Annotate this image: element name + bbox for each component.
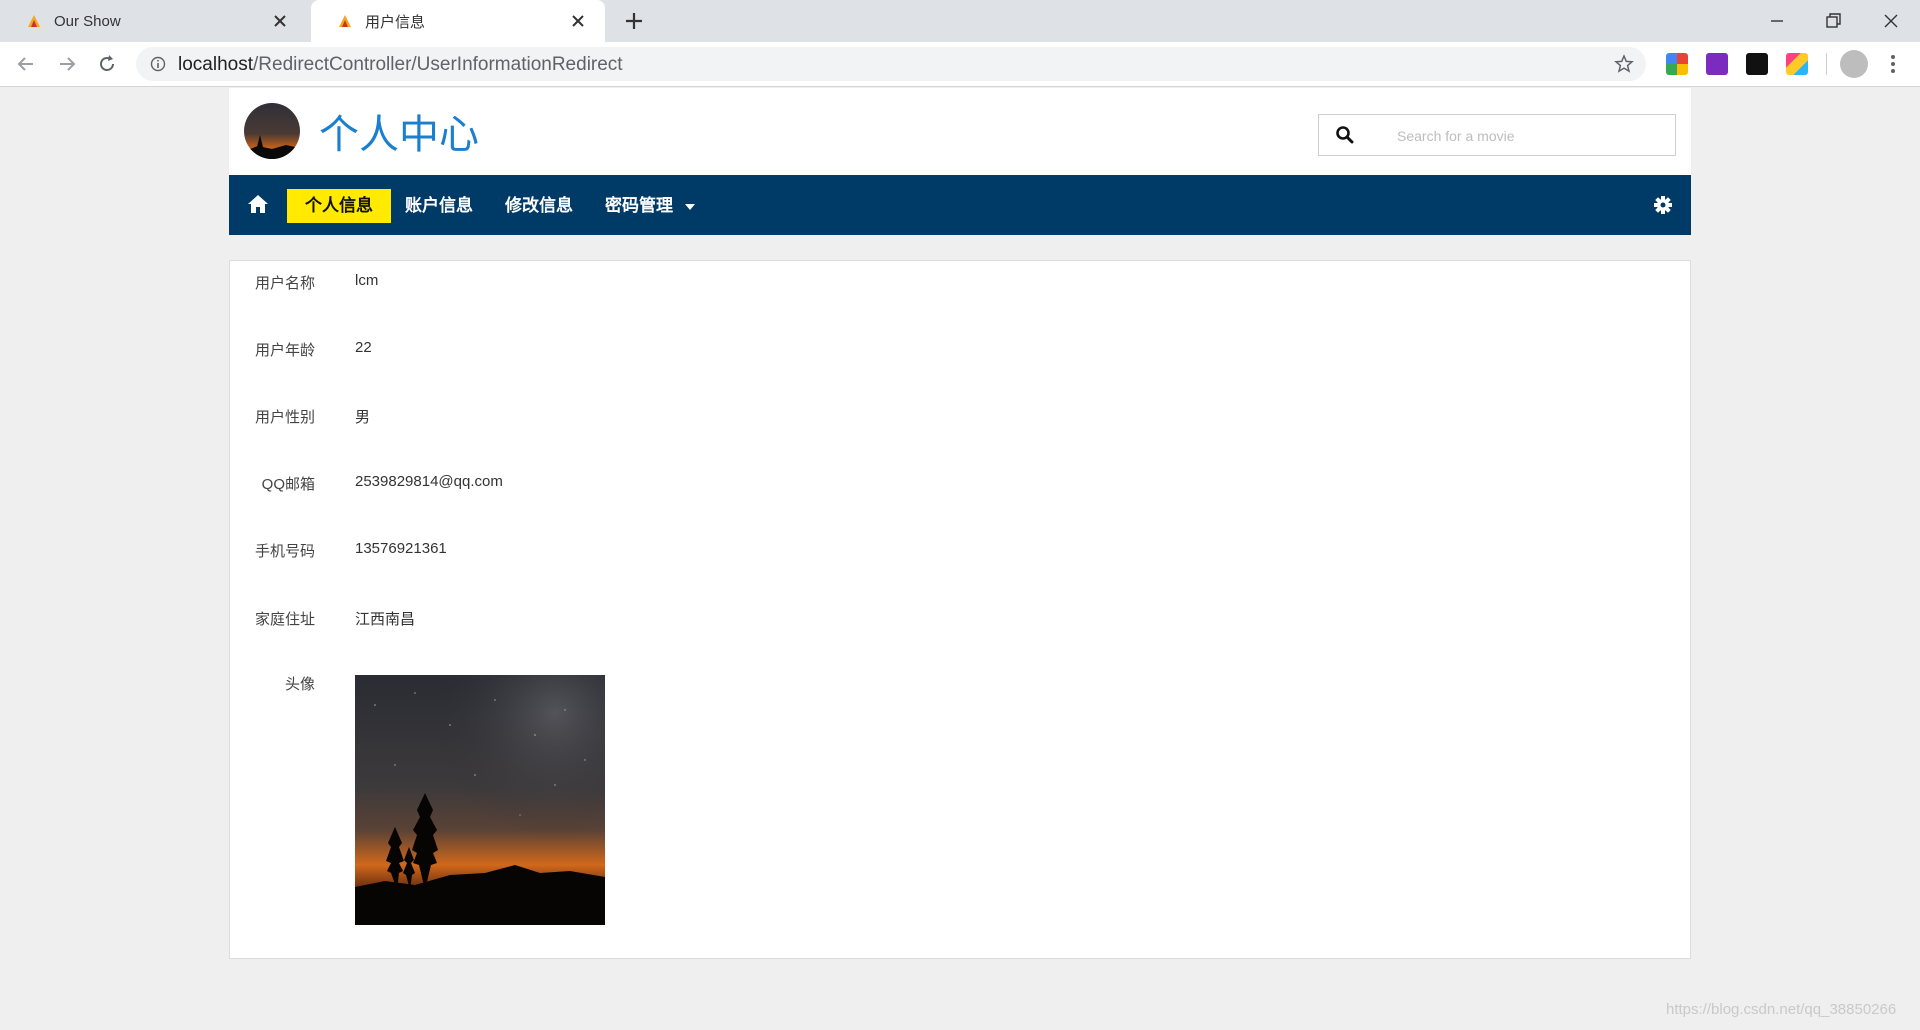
field-label: 用户年龄 xyxy=(254,342,315,359)
page-title: 个人中心 xyxy=(319,112,479,158)
site-favicon-icon xyxy=(28,15,40,27)
new-tab-icon[interactable] xyxy=(623,10,645,32)
browser-tab-user-info[interactable]: 用户信息 xyxy=(311,0,605,42)
more-menu-icon[interactable] xyxy=(1890,52,1896,76)
field-value: 2539829814@qq.com xyxy=(355,473,503,490)
close-tab-icon[interactable] xyxy=(271,12,289,30)
field-label: 用户性别 xyxy=(254,409,315,426)
tab-title: Our Show xyxy=(54,12,121,30)
profile-panel: 用户名称 lcm 用户年龄 22 用户性别 男 QQ邮箱 2539829814@… xyxy=(229,260,1691,959)
field-label: 家庭住址 xyxy=(254,611,315,628)
forward-arrow-icon[interactable] xyxy=(56,53,78,75)
gear-icon[interactable] xyxy=(1653,195,1673,215)
site-info-icon[interactable] xyxy=(150,56,166,72)
close-tab-icon[interactable] xyxy=(569,12,587,30)
watermark-text: https://blog.csdn.net/qq_38850266 xyxy=(1666,1001,1897,1018)
extension-color-icon[interactable] xyxy=(1786,53,1808,75)
address-bar[interactable]: localhost/RedirectController/UserInforma… xyxy=(136,47,1646,81)
page-container: 个人中心 个人信息 账户信息 修改信息 密码管理 xyxy=(229,88,1691,959)
nav-item-personal-info[interactable]: 个人信息 xyxy=(287,189,391,223)
user-avatar-thumbnail[interactable] xyxy=(244,103,300,159)
search-icon[interactable] xyxy=(1335,125,1355,145)
bookmark-star-icon[interactable] xyxy=(1614,54,1634,74)
search-input[interactable] xyxy=(1395,124,1659,148)
nav-item-password-management[interactable]: 密码管理 xyxy=(587,189,713,223)
reload-icon[interactable] xyxy=(96,53,118,75)
nav-item-label: 密码管理 xyxy=(605,196,673,215)
nav-item-edit-info[interactable]: 修改信息 xyxy=(487,189,591,223)
extension-icon[interactable] xyxy=(1666,53,1688,75)
browser-tabstrip: Our Show 用户信息 xyxy=(0,0,1920,42)
field-value: 江西南昌 xyxy=(355,611,416,628)
field-label: 手机号码 xyxy=(254,543,315,560)
url-text: localhost/RedirectController/UserInforma… xyxy=(178,54,623,75)
field-label: 用户名称 xyxy=(254,275,315,292)
site-header: 个人中心 xyxy=(229,88,1691,175)
extension-rp-icon[interactable] xyxy=(1706,53,1728,75)
browser-tab-our-show[interactable]: Our Show xyxy=(0,0,307,42)
field-value: 男 xyxy=(355,409,371,426)
site-favicon-icon xyxy=(339,15,351,27)
field-label: 头像 xyxy=(284,676,315,693)
tab-title: 用户信息 xyxy=(365,13,426,31)
user-avatar-image xyxy=(355,675,605,925)
restore-icon[interactable] xyxy=(1820,8,1846,34)
back-arrow-icon[interactable] xyxy=(15,53,37,75)
field-value: 22 xyxy=(355,339,372,356)
field-label: QQ邮箱 xyxy=(261,476,315,493)
browser-toolbar: localhost/RedirectController/UserInforma… xyxy=(0,42,1920,87)
main-navbar: 个人信息 账户信息 修改信息 密码管理 xyxy=(229,175,1691,235)
close-window-icon[interactable] xyxy=(1878,8,1904,34)
toolbar-separator xyxy=(1826,53,1827,75)
field-value: lcm xyxy=(355,272,379,289)
minimize-icon[interactable] xyxy=(1764,8,1790,34)
search-box xyxy=(1318,114,1676,156)
caret-down-icon xyxy=(685,204,695,210)
field-value: 13576921361 xyxy=(355,540,447,557)
extension-binary-icon[interactable] xyxy=(1746,53,1768,75)
profile-avatar-icon[interactable] xyxy=(1840,50,1868,78)
home-icon[interactable] xyxy=(247,193,269,215)
nav-item-account-info[interactable]: 账户信息 xyxy=(387,189,491,223)
